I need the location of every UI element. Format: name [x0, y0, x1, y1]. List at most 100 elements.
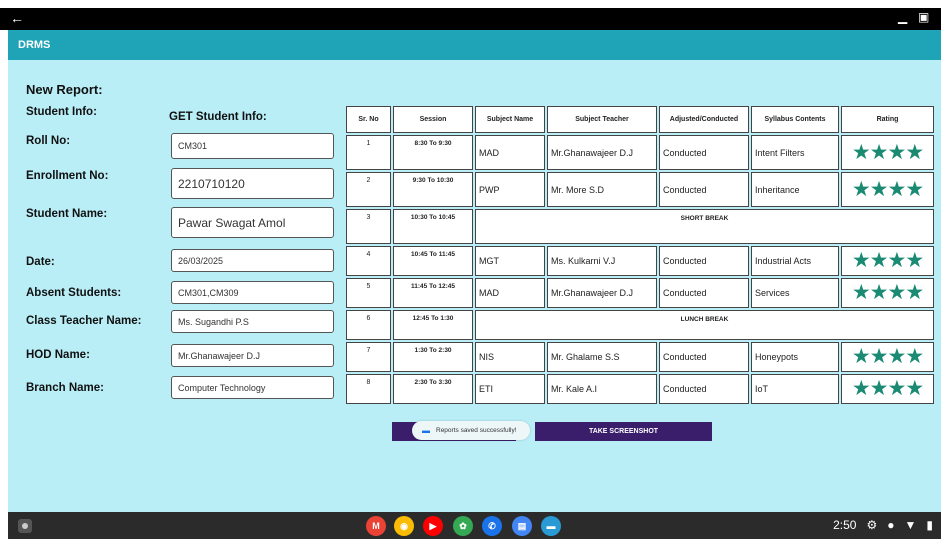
sr-no-cell: 7: [346, 342, 391, 372]
minimize-icon[interactable]: ▁: [898, 10, 907, 24]
student-name-label: Student Name:: [26, 208, 108, 220]
branch-name-label: Branch Name:: [26, 382, 104, 394]
star-icon[interactable]: ★: [870, 141, 889, 164]
roll-no-field[interactable]: CM301: [171, 133, 334, 159]
status-cell: Conducted: [659, 374, 749, 404]
photos-icon[interactable]: ✿: [453, 516, 473, 536]
branch-name-field[interactable]: Computer Technology: [171, 376, 334, 399]
gmail-icon[interactable]: M: [366, 516, 386, 536]
back-arrow-icon[interactable]: ←: [10, 10, 24, 26]
star-icon[interactable]: ★: [888, 178, 907, 201]
star-icon[interactable]: ★: [905, 249, 924, 272]
rating-bar[interactable]: ★★★★: [841, 374, 934, 404]
message-icon: ▬: [422, 426, 430, 435]
subject-cell: PWP: [475, 172, 545, 207]
session-cell: 11:45 To 12:45: [393, 278, 473, 308]
subject-cell: MAD: [475, 135, 545, 170]
teacher-cell: Mr.Ghanawajeer D.J: [547, 278, 657, 308]
teacher-cell: Mr. Ghalame S.S: [547, 342, 657, 372]
star-icon[interactable]: ★: [852, 141, 871, 164]
status-cell: Conducted: [659, 246, 749, 276]
table-header-row: Sr. No Session Subject Name Subject Teac…: [346, 106, 934, 133]
window-titlebar: ← ▁ ▣: [0, 8, 941, 30]
report-content: New Report: Student Info: GET Student In…: [8, 60, 941, 512]
star-icon[interactable]: ★: [888, 377, 907, 400]
star-icon[interactable]: ★: [888, 345, 907, 368]
header-sr-no: Sr. No: [346, 106, 391, 133]
star-icon[interactable]: ★: [888, 141, 907, 164]
rating-bar[interactable]: ★★★★: [841, 135, 934, 170]
star-icon[interactable]: ★: [905, 345, 924, 368]
status-cell: Conducted: [659, 172, 749, 207]
rating-bar[interactable]: ★★★★: [841, 172, 934, 207]
star-icon[interactable]: ★: [905, 377, 924, 400]
date-field[interactable]: 26/03/2025: [171, 249, 334, 272]
teacher-cell: Mr. Kale A.I: [547, 374, 657, 404]
star-icon[interactable]: ★: [852, 377, 871, 400]
toast-text: Reports saved successfully!: [436, 427, 517, 434]
star-icon[interactable]: ★: [888, 281, 907, 304]
youtube-icon[interactable]: ▶: [423, 516, 443, 536]
table-row: 5 11:45 To 12:45 MAD Mr.Ghanawajeer D.J …: [346, 278, 934, 308]
restore-icon[interactable]: ▣: [918, 10, 929, 24]
teacher-cell: Ms. Kulkarni V.J: [547, 246, 657, 276]
star-icon[interactable]: ★: [852, 281, 871, 304]
star-icon[interactable]: ★: [852, 178, 871, 201]
sr-no-cell: 3: [346, 209, 391, 244]
syllabus-cell: Services: [751, 278, 839, 308]
student-name-field[interactable]: Pawar Swagat Amol: [171, 207, 334, 238]
session-cell: 8:30 To 9:30: [393, 135, 473, 170]
chrome-icon[interactable]: ◉: [394, 516, 414, 536]
subject-cell: NIS: [475, 342, 545, 372]
star-icon[interactable]: ★: [905, 178, 924, 201]
status-cell: Conducted: [659, 135, 749, 170]
star-icon[interactable]: ★: [870, 249, 889, 272]
date-label: Date:: [26, 256, 55, 268]
rating-bar[interactable]: ★★★★: [841, 342, 934, 372]
teacher-cell: Mr. More S.D: [547, 172, 657, 207]
clock-time: 2:50: [833, 518, 857, 532]
schedule-table: Sr. No Session Subject Name Subject Teac…: [344, 104, 936, 406]
session-cell: 9:30 To 10:30: [393, 172, 473, 207]
hod-name-label: HOD Name:: [26, 349, 90, 361]
session-cell: 12:45 To 1:30: [393, 310, 473, 340]
status-cell: Conducted: [659, 342, 749, 372]
star-icon[interactable]: ★: [852, 345, 871, 368]
status-tray[interactable]: 2:50 ⚙ ● ▼ ▮: [833, 518, 933, 532]
phone-icon[interactable]: ✆: [482, 516, 502, 536]
table-row: 7 1:30 To 2:30 NIS Mr. Ghalame S.S Condu…: [346, 342, 934, 372]
star-icon[interactable]: ★: [870, 178, 889, 201]
syllabus-cell: IoT: [751, 374, 839, 404]
subject-cell: ETI: [475, 374, 545, 404]
session-cell: 2:30 To 3:30: [393, 374, 473, 404]
table-row: 1 8:30 To 9:30 MAD Mr.Ghanawajeer D.J Co…: [346, 135, 934, 170]
star-icon[interactable]: ★: [905, 141, 924, 164]
session-cell: 10:45 To 11:45: [393, 246, 473, 276]
chat-icon[interactable]: ▬: [541, 516, 561, 536]
messages-icon[interactable]: ▤: [512, 516, 532, 536]
settings-icon: ⚙: [866, 518, 878, 532]
launcher-icon[interactable]: [18, 519, 32, 533]
absent-students-field[interactable]: CM301,CM309: [171, 281, 334, 304]
star-icon[interactable]: ★: [870, 281, 889, 304]
rating-bar[interactable]: ★★★★: [841, 278, 934, 308]
lunch-break-cell: LUNCH BREAK: [475, 310, 934, 340]
star-icon[interactable]: ★: [852, 249, 871, 272]
take-screenshot-button[interactable]: TAKE SCREENSHOT: [535, 422, 712, 441]
syllabus-cell: Industrial Acts: [751, 246, 839, 276]
star-icon[interactable]: ★: [888, 249, 907, 272]
header-session: Session: [393, 106, 473, 133]
star-icon[interactable]: ★: [870, 377, 889, 400]
enrollment-no-label: Enrollment No:: [26, 170, 109, 182]
class-teacher-field[interactable]: Ms. Sugandhi P.S: [171, 310, 334, 333]
subject-cell: MAD: [475, 278, 545, 308]
star-icon[interactable]: ★: [870, 345, 889, 368]
enrollment-no-field[interactable]: 2210710120: [171, 168, 334, 199]
rating-bar[interactable]: ★★★★: [841, 246, 934, 276]
syllabus-cell: Honeypots: [751, 342, 839, 372]
hod-name-field[interactable]: Mr.Ghanawajeer D.J: [171, 344, 334, 367]
star-icon[interactable]: ★: [905, 281, 924, 304]
sr-no-cell: 8: [346, 374, 391, 404]
sr-no-cell: 4: [346, 246, 391, 276]
app-title: DRMS: [18, 39, 51, 51]
